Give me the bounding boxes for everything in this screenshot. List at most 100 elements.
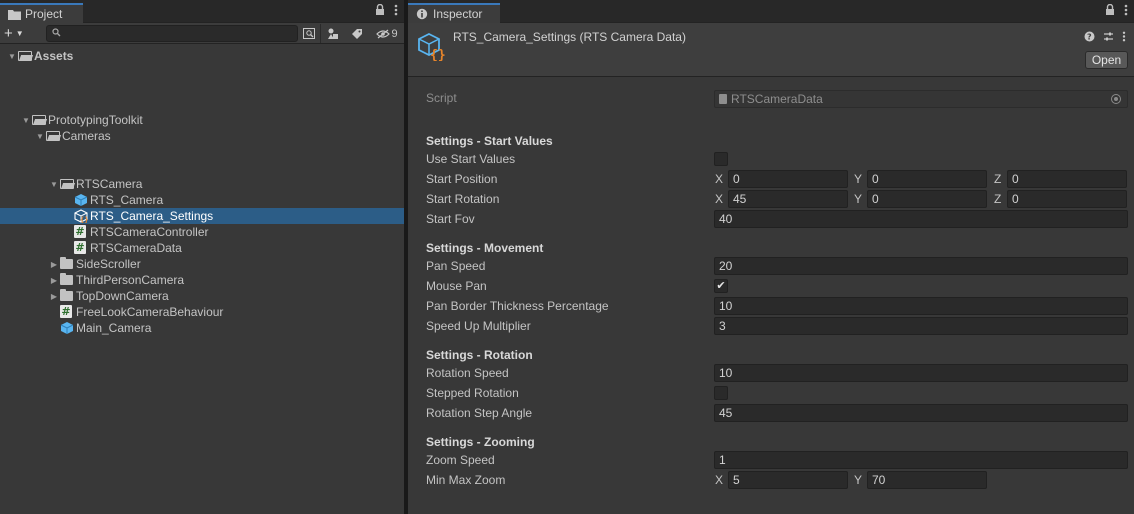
pan-speed-input[interactable]: 20 (714, 257, 1128, 275)
help-icon[interactable]: ? (1084, 31, 1095, 45)
tree-item-rtscamera[interactable]: ▼ RTSCamera (0, 176, 404, 192)
tab-project[interactable]: Project (0, 3, 83, 23)
tree-item-topdowncamera[interactable]: ▶ TopDownCamera (0, 288, 404, 304)
inspector-panel: Inspector {} RTS_Camera_Settings (RTS Ca… (408, 0, 1134, 514)
svg-text:{}: {} (430, 48, 446, 61)
project-tabbar: Project (0, 0, 404, 23)
info-icon (416, 8, 429, 20)
start-position-y-input[interactable]: 0 (867, 170, 987, 188)
folder-open-icon (18, 49, 32, 63)
tree-item-rts-camera[interactable]: RTS_Camera (0, 192, 404, 208)
use-start-values-label: Use Start Values (426, 152, 516, 166)
rotation-speed-input[interactable]: 10 (714, 364, 1128, 382)
start-position-label: Start Position (426, 172, 498, 186)
tree-item-cameras[interactable]: ▼ Cameras (0, 128, 404, 144)
csharp-script-icon: # (74, 225, 86, 238)
zoom-speed-input[interactable]: 1 (714, 451, 1128, 469)
folder-icon (60, 273, 74, 287)
start-rotation-x-input[interactable]: 45 (728, 190, 848, 208)
rotation-speed-label: Rotation Speed (426, 366, 509, 380)
tree-item-thirdpersoncamera[interactable]: ▶ ThirdPersonCamera (0, 272, 404, 288)
max-zoom-input[interactable]: 70 (867, 471, 987, 489)
kebab-menu-icon[interactable] (1122, 31, 1126, 45)
start-rotation-y-input[interactable]: 0 (867, 190, 987, 208)
expand-arrow-icon[interactable]: ▼ (35, 128, 45, 144)
folder-icon (8, 8, 21, 20)
folder-open-icon (60, 177, 74, 191)
tree-item-assets[interactable]: ▼ Assets (0, 48, 404, 64)
tree-item-rtscameracontroller[interactable]: # RTSCameraController (0, 224, 404, 240)
axis-x-label: X (715, 473, 724, 487)
tree-item-label: Main_Camera (76, 321, 152, 335)
object-picker-icon[interactable] (1111, 94, 1121, 104)
kebab-menu-icon[interactable] (394, 4, 398, 19)
hidden-packages-toggle[interactable]: 9 (373, 25, 401, 42)
rotation-step-angle-input[interactable]: 45 (714, 404, 1128, 422)
script-object-field[interactable]: RTSCameraData (714, 90, 1128, 108)
tree-item-label: RTSCameraData (90, 241, 182, 255)
script-file-icon (719, 94, 727, 104)
start-position-x-input[interactable]: 0 (728, 170, 848, 188)
hidden-count: 9 (391, 27, 398, 40)
tree-item-label: RTSCamera (76, 177, 143, 191)
project-toolbar: + ▼ 9 (0, 23, 404, 44)
expand-arrow-icon[interactable]: ▼ (7, 48, 17, 64)
zoom-speed-label: Zoom Speed (426, 453, 495, 467)
lock-icon[interactable] (375, 3, 385, 19)
tree-item-freelookcamerabehaviour[interactable]: # FreeLookCameraBehaviour (0, 304, 404, 320)
kebab-menu-icon[interactable] (1124, 4, 1128, 19)
tree-item-rts-camera-settings[interactable]: {} RTS_Camera_Settings (0, 208, 404, 224)
axis-y-label: Y (854, 192, 863, 206)
pan-speed-label: Pan Speed (426, 259, 486, 273)
tab-inspector[interactable]: Inspector (408, 3, 500, 23)
speed-up-multiplier-label: Speed Up Multiplier (426, 319, 531, 333)
presets-icon[interactable] (1103, 31, 1114, 45)
lock-icon[interactable] (1105, 3, 1115, 19)
use-start-values-checkbox[interactable] (714, 152, 728, 166)
tree-item-label: TopDownCamera (76, 289, 169, 303)
tab-inspector-label: Inspector (433, 7, 483, 21)
prefab-cube-icon (74, 193, 88, 207)
collapse-arrow-icon[interactable]: ▶ (49, 256, 59, 272)
pan-border-label: Pan Border Thickness Percentage (426, 299, 609, 313)
axis-x-label: X (715, 192, 724, 206)
expand-arrow-icon[interactable]: ▼ (49, 176, 59, 192)
project-panel: Project + ▼ 9 ▼ Assets ▼ PrototypingTool… (0, 0, 404, 514)
collapse-arrow-icon[interactable]: ▶ (49, 288, 59, 304)
tree-item-sidescroller[interactable]: ▶ SideScroller (0, 256, 404, 272)
section-header-start-values: Settings - Start Values (426, 134, 553, 148)
start-position-z-input[interactable]: 0 (1007, 170, 1127, 188)
tree-item-label: FreeLookCameraBehaviour (76, 305, 224, 319)
tab-project-label: Project (25, 7, 63, 21)
toolbar-divider (320, 24, 321, 43)
tree-item-label: RTS_Camera (90, 193, 164, 207)
tree-item-label: Assets (34, 49, 74, 63)
min-max-zoom-label: Min Max Zoom (426, 473, 506, 487)
svg-text:?: ? (1087, 33, 1092, 42)
open-button[interactable]: Open (1085, 51, 1128, 69)
expand-arrow-icon[interactable]: ▼ (21, 112, 31, 128)
csharp-script-icon: # (60, 305, 72, 318)
filter-by-label-icon[interactable] (347, 25, 367, 42)
tree-item-main-camera[interactable]: Main_Camera (0, 320, 404, 336)
stepped-rotation-checkbox[interactable] (714, 386, 728, 400)
search-by-type-icon[interactable] (299, 25, 319, 42)
speed-up-multiplier-input[interactable]: 3 (714, 317, 1128, 335)
create-button[interactable]: + ▼ (4, 25, 36, 42)
script-label: Script (426, 91, 457, 105)
start-fov-label: Start Fov (426, 212, 475, 226)
inspector-tab-actions (1105, 3, 1128, 19)
start-fov-input[interactable]: 40 (714, 210, 1128, 228)
mouse-pan-checkbox[interactable]: ✔ (714, 279, 728, 293)
tree-item-prototypingtoolkit[interactable]: ▼ PrototypingToolkit (0, 112, 404, 128)
tree-item-rtscameradata[interactable]: # RTSCameraData (0, 240, 404, 256)
min-zoom-input[interactable]: 5 (728, 471, 848, 489)
axis-z-label: Z (994, 172, 1002, 186)
collapse-arrow-icon[interactable]: ▶ (49, 272, 59, 288)
tree-item-label: Cameras (62, 129, 111, 143)
search-input[interactable] (65, 26, 295, 41)
pan-border-input[interactable]: 10 (714, 297, 1128, 315)
start-rotation-z-input[interactable]: 0 (1007, 190, 1127, 208)
filter-by-type-icon[interactable] (323, 25, 343, 42)
search-field[interactable] (46, 25, 298, 42)
